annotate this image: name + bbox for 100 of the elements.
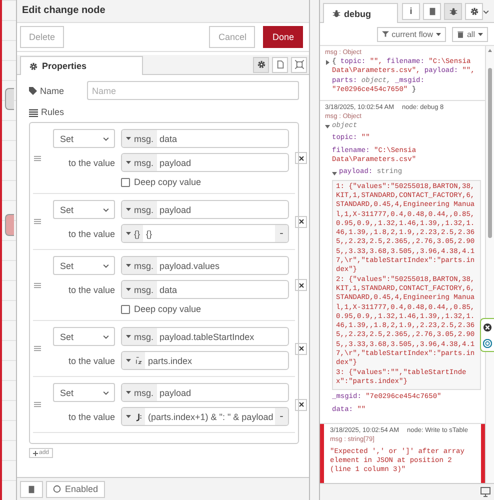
type-selector[interactable] [122, 352, 145, 369]
plus-icon [33, 450, 38, 456]
flow-node [5, 88, 14, 110]
circle-icon [53, 485, 61, 493]
close-circle-icon [483, 322, 492, 332]
expanded-caret-icon[interactable] [332, 170, 337, 176]
notebook-button[interactable] [20, 480, 43, 498]
caret-icon [126, 263, 131, 268]
drag-handle-icon [33, 345, 42, 352]
value-field[interactable]: {} {} [121, 224, 289, 243]
circle-icon [483, 338, 492, 348]
debug-tab[interactable]: debug [323, 3, 398, 23]
to-value-label: to the value [67, 228, 115, 238]
drag-handle-icon [33, 218, 42, 225]
bug-icon [332, 9, 341, 18]
type-selector[interactable]: msg. [122, 384, 157, 401]
appearance-button[interactable] [291, 56, 307, 72]
flow-node [5, 214, 14, 236]
caret-icon [103, 206, 109, 212]
list-icon [29, 108, 38, 116]
type-selector[interactable]: msg. [122, 201, 157, 218]
caret-icon [126, 207, 131, 212]
close-icon [298, 156, 304, 160]
menu-caret-icon [483, 9, 489, 15]
delete-rule-button[interactable] [295, 398, 307, 410]
close-icon [298, 346, 304, 351]
sidebar-tab-button[interactable] [444, 2, 462, 20]
bug-icon [448, 6, 458, 16]
caret-icon [103, 262, 109, 268]
name-field[interactable]: Name [87, 81, 299, 100]
type-selector[interactable]: msg. [122, 130, 157, 147]
type-selector[interactable]: msg. [122, 281, 157, 298]
action-select[interactable]: Set [53, 256, 115, 275]
sidebar-tab-button[interactable] [423, 2, 441, 20]
book-icon [27, 484, 36, 494]
deep-copy-checkbox[interactable]: Deep copy value [121, 177, 289, 187]
delete-rule-button[interactable] [295, 152, 307, 164]
to-value-label: to the value [67, 412, 115, 422]
property-field[interactable]: msg. payload.values [121, 256, 289, 275]
close-icon [298, 402, 304, 407]
action-select[interactable]: Set [53, 129, 115, 148]
value-field[interactable]: (parts.index+1) & ": " & payload [121, 407, 289, 426]
flow-filter-button[interactable]: current flow [376, 26, 446, 42]
value-field[interactable]: parts.index [121, 351, 289, 370]
caret-icon [126, 414, 131, 419]
caret-icon [436, 32, 441, 36]
properties-tab[interactable]: Properties [20, 56, 143, 75]
property-field[interactable]: msg. payload.tableStartIndex [121, 327, 289, 346]
value-field[interactable]: msg. data [121, 280, 289, 299]
deep-copy-checkbox[interactable]: Deep copy value [121, 304, 289, 314]
property-field[interactable]: msg. payload [121, 200, 289, 219]
type-selector[interactable]: msg. [122, 257, 157, 274]
delete-rule-button[interactable] [295, 216, 307, 228]
caret-icon [126, 358, 131, 363]
caret-icon [103, 136, 109, 142]
rules-label: Rules [29, 107, 299, 117]
action-select[interactable]: Set [53, 327, 115, 346]
name-label: Name [29, 86, 87, 96]
type-selector[interactable] [122, 408, 145, 425]
filter-icon [382, 30, 389, 38]
string-type-icon [134, 356, 142, 365]
trash-icon [456, 30, 464, 38]
action-select[interactable]: Set [53, 200, 115, 219]
caret-icon [126, 390, 131, 395]
value-field[interactable]: msg. payload [121, 153, 289, 172]
sidebar-side-tab[interactable] [480, 318, 494, 352]
description-button[interactable] [272, 56, 288, 72]
gear-icon [470, 6, 478, 16]
drag-handle-icon [33, 282, 42, 288]
expanded-caret-icon[interactable] [325, 124, 330, 130]
delete-rule-button[interactable] [295, 342, 307, 354]
dialog-title: Edit change node [17, 0, 309, 23]
book-icon [428, 6, 436, 16]
to-value-label: to the value [67, 158, 115, 168]
delete-rule-button[interactable] [295, 279, 307, 291]
collapsed-caret-icon[interactable] [325, 60, 330, 65]
property-field[interactable]: msg. payload [121, 383, 289, 402]
settings-button[interactable] [253, 56, 269, 72]
frame-icon [294, 60, 304, 69]
caret-icon [126, 287, 131, 292]
close-icon [298, 282, 304, 288]
drag-handle-icon [33, 154, 42, 162]
gear-icon [29, 62, 38, 70]
caret-icon [126, 231, 131, 236]
type-selector[interactable]: msg. [122, 154, 157, 171]
sidebar-tab-button[interactable] [465, 2, 483, 20]
done-button[interactable]: Done [263, 26, 303, 48]
action-select[interactable]: Set [53, 383, 115, 402]
clear-filter-button[interactable]: all [452, 26, 488, 42]
property-field[interactable]: msg. data [121, 129, 289, 148]
gear-icon [256, 60, 266, 69]
type-selector[interactable]: {} [122, 225, 144, 242]
scrollbar[interactable] [485, 46, 494, 483]
caret-icon [103, 334, 109, 340]
to-value-label: to the value [67, 284, 115, 294]
caret-icon [103, 390, 109, 396]
type-selector[interactable]: msg. [122, 328, 157, 345]
sidebar-tab-button[interactable]: i [402, 2, 420, 20]
caret-icon [126, 160, 131, 165]
enabled-toggle[interactable]: Enabled [46, 480, 106, 498]
